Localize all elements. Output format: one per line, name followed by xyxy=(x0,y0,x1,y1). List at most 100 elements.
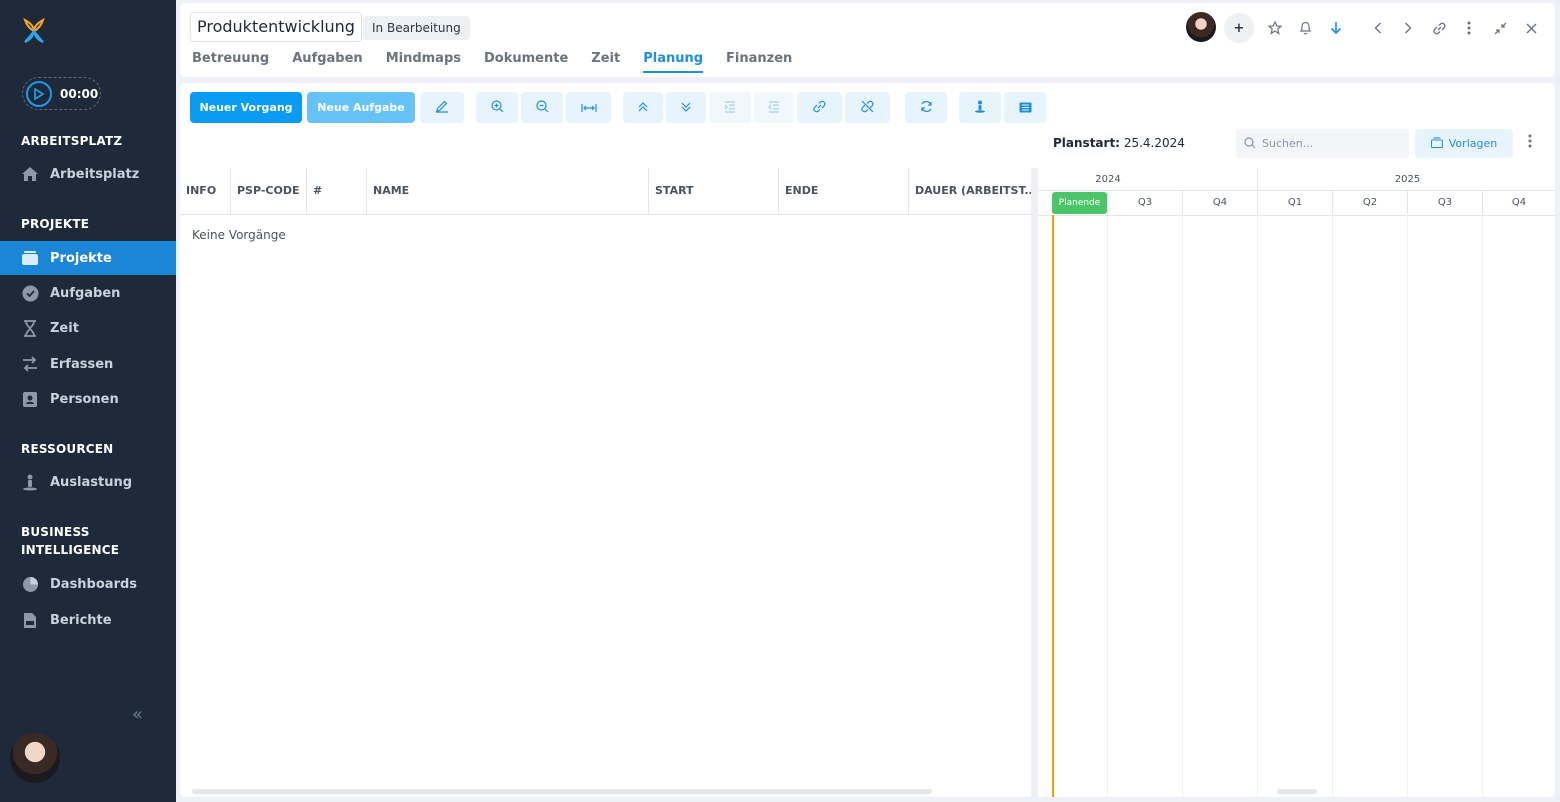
gantt-scrollbar[interactable] xyxy=(1277,789,1317,794)
resource-button[interactable] xyxy=(959,92,1001,123)
outdent-button[interactable] xyxy=(754,92,794,123)
sidebar-item-personen[interactable]: Personen xyxy=(0,382,176,416)
column-header-number[interactable]: # xyxy=(306,168,367,215)
report-icon xyxy=(21,611,39,629)
tab-aufgaben[interactable]: Aufgaben xyxy=(292,51,362,73)
play-icon[interactable] xyxy=(26,80,52,107)
zoom-out-icon xyxy=(535,98,549,117)
indent-button[interactable] xyxy=(709,92,751,123)
home-icon xyxy=(21,165,39,183)
tab-dokumente[interactable]: Dokumente xyxy=(484,51,568,73)
section-title-projekte: PROJEKTE xyxy=(21,217,90,231)
arrow-down-icon[interactable] xyxy=(1325,17,1347,39)
column-header-end[interactable]: ENDE xyxy=(778,168,909,215)
project-owner-avatar[interactable] xyxy=(1186,12,1216,42)
sidebar-item-label: Auslastung xyxy=(50,474,133,490)
indent-icon xyxy=(724,98,736,117)
plan-end-marker[interactable]: Planende xyxy=(1052,192,1107,214)
fit-width-icon xyxy=(580,98,597,117)
column-header-start[interactable]: START xyxy=(648,168,779,215)
planning-panel: Neuer Vorgang Neue Aufgabe Planstart: 25… xyxy=(180,83,1555,797)
sidebar-item-projekte[interactable]: Projekte xyxy=(0,241,176,275)
column-header-duration[interactable]: DAUER (ARBEITST... xyxy=(908,168,1031,215)
plan-start: Planstart: 25.4.2024 xyxy=(1053,136,1185,150)
sidebar-item-dashboards[interactable]: Dashboards xyxy=(0,567,176,601)
close-icon[interactable] xyxy=(1520,17,1542,39)
link-icon xyxy=(812,98,827,117)
column-header-name[interactable]: NAME xyxy=(366,168,649,215)
collapse-sidebar-icon[interactable]: « xyxy=(132,704,143,725)
edit-button[interactable] xyxy=(420,92,464,123)
project-title[interactable]: Produktentwicklung xyxy=(190,12,362,42)
zoom-in-button[interactable] xyxy=(476,92,518,123)
zoom-out-button[interactable] xyxy=(521,92,563,123)
sidebar-item-label: Berichte xyxy=(50,612,112,628)
add-member-button[interactable]: + xyxy=(1224,13,1254,43)
status-badge[interactable]: In Bearbeitung xyxy=(363,16,470,40)
timer-value: 00:00 xyxy=(60,86,99,101)
expand-all-button[interactable] xyxy=(666,92,706,123)
tab-mindmaps[interactable]: Mindmaps xyxy=(386,51,461,73)
search-input[interactable] xyxy=(1262,137,1402,150)
person-workload-icon xyxy=(974,98,986,117)
sidebar-item-erfassen[interactable]: Erfassen xyxy=(0,347,176,381)
hourglass-icon xyxy=(21,319,39,337)
sidebar-item-aufgaben[interactable]: Aufgaben xyxy=(0,276,176,310)
template-icon xyxy=(1430,136,1443,151)
gantt-chart: 2024 2025 Planende Q3 Q4 Q1 Q2 Q3 Q4 xyxy=(1038,168,1555,797)
tab-zeit[interactable]: Zeit xyxy=(591,51,620,73)
sidebar-item-berichte[interactable]: Berichte xyxy=(0,603,176,637)
column-header-info[interactable]: INFO xyxy=(180,168,231,215)
sidebar: 00:00 ARBEITSPLATZ Arbeitsplatz PROJEKTE… xyxy=(0,0,176,802)
time-tracker[interactable]: 00:00 xyxy=(22,77,101,110)
new-task-button[interactable]: Neue Aufgabe xyxy=(307,92,415,123)
column-header-psp-code[interactable]: PSP-CODE xyxy=(230,168,307,215)
project-header: Produktentwicklung In Bearbeitung Betreu… xyxy=(180,3,1555,77)
chevron-right-icon[interactable] xyxy=(1397,17,1419,39)
search-box[interactable] xyxy=(1236,129,1409,158)
sidebar-item-label: Dashboards xyxy=(50,576,138,592)
sidebar-item-label: Zeit xyxy=(50,320,79,336)
timeline-quarter: Q4 xyxy=(1182,191,1257,215)
refresh-button[interactable] xyxy=(905,92,947,123)
link-tasks-button[interactable] xyxy=(797,92,842,123)
user-avatar[interactable] xyxy=(10,733,60,783)
grid-header: INFO PSP-CODE # NAME START ENDE DAUER (A… xyxy=(180,168,1031,215)
section-title-arbeitsplatz: ARBEITSPLATZ xyxy=(21,134,123,148)
bell-icon[interactable] xyxy=(1294,17,1316,39)
grid-gantt-splitter[interactable] xyxy=(1031,168,1038,797)
more-vertical-icon[interactable] xyxy=(1528,133,1532,153)
timeline-quarter: Q1 xyxy=(1257,191,1332,215)
sidebar-item-label: Arbeitsplatz xyxy=(50,166,140,182)
sidebar-item-label: Projekte xyxy=(50,250,112,266)
sidebar-item-auslastung[interactable]: Auslastung xyxy=(0,465,176,499)
tab-betreuung[interactable]: Betreuung xyxy=(192,51,269,73)
fit-width-button[interactable] xyxy=(566,92,611,123)
templates-button[interactable]: Vorlagen xyxy=(1415,129,1513,158)
more-vertical-icon[interactable] xyxy=(1458,17,1480,39)
unlink-tasks-button[interactable] xyxy=(845,92,890,123)
tab-planung[interactable]: Planung xyxy=(643,51,704,73)
pie-chart-icon xyxy=(21,575,39,593)
grid-scrollbar[interactable] xyxy=(192,789,932,794)
new-process-button[interactable]: Neuer Vorgang xyxy=(190,92,302,123)
chevron-left-icon[interactable] xyxy=(1367,17,1389,39)
star-icon[interactable] xyxy=(1264,17,1286,39)
templates-label: Vorlagen xyxy=(1448,137,1498,150)
minimize-icon[interactable] xyxy=(1489,17,1511,39)
link-icon[interactable] xyxy=(1428,17,1450,39)
list-icon xyxy=(1019,98,1032,117)
refresh-icon xyxy=(920,98,933,117)
sidebar-item-zeit[interactable]: Zeit xyxy=(0,311,176,345)
collapse-all-button[interactable] xyxy=(623,92,663,123)
app-logo-icon[interactable] xyxy=(22,17,46,44)
person-workload-icon xyxy=(21,473,39,491)
task-grid: INFO PSP-CODE # NAME START ENDE DAUER (A… xyxy=(180,168,1031,797)
unlink-icon xyxy=(860,98,875,117)
list-view-button[interactable] xyxy=(1004,92,1046,123)
double-chevron-down-icon xyxy=(681,98,691,117)
tab-finanzen[interactable]: Finanzen xyxy=(726,51,792,73)
sidebar-item-label: Aufgaben xyxy=(50,285,121,301)
sidebar-item-arbeitsplatz[interactable]: Arbeitsplatz xyxy=(0,157,176,191)
timeline-year-2025: 2025 xyxy=(1257,168,1555,191)
